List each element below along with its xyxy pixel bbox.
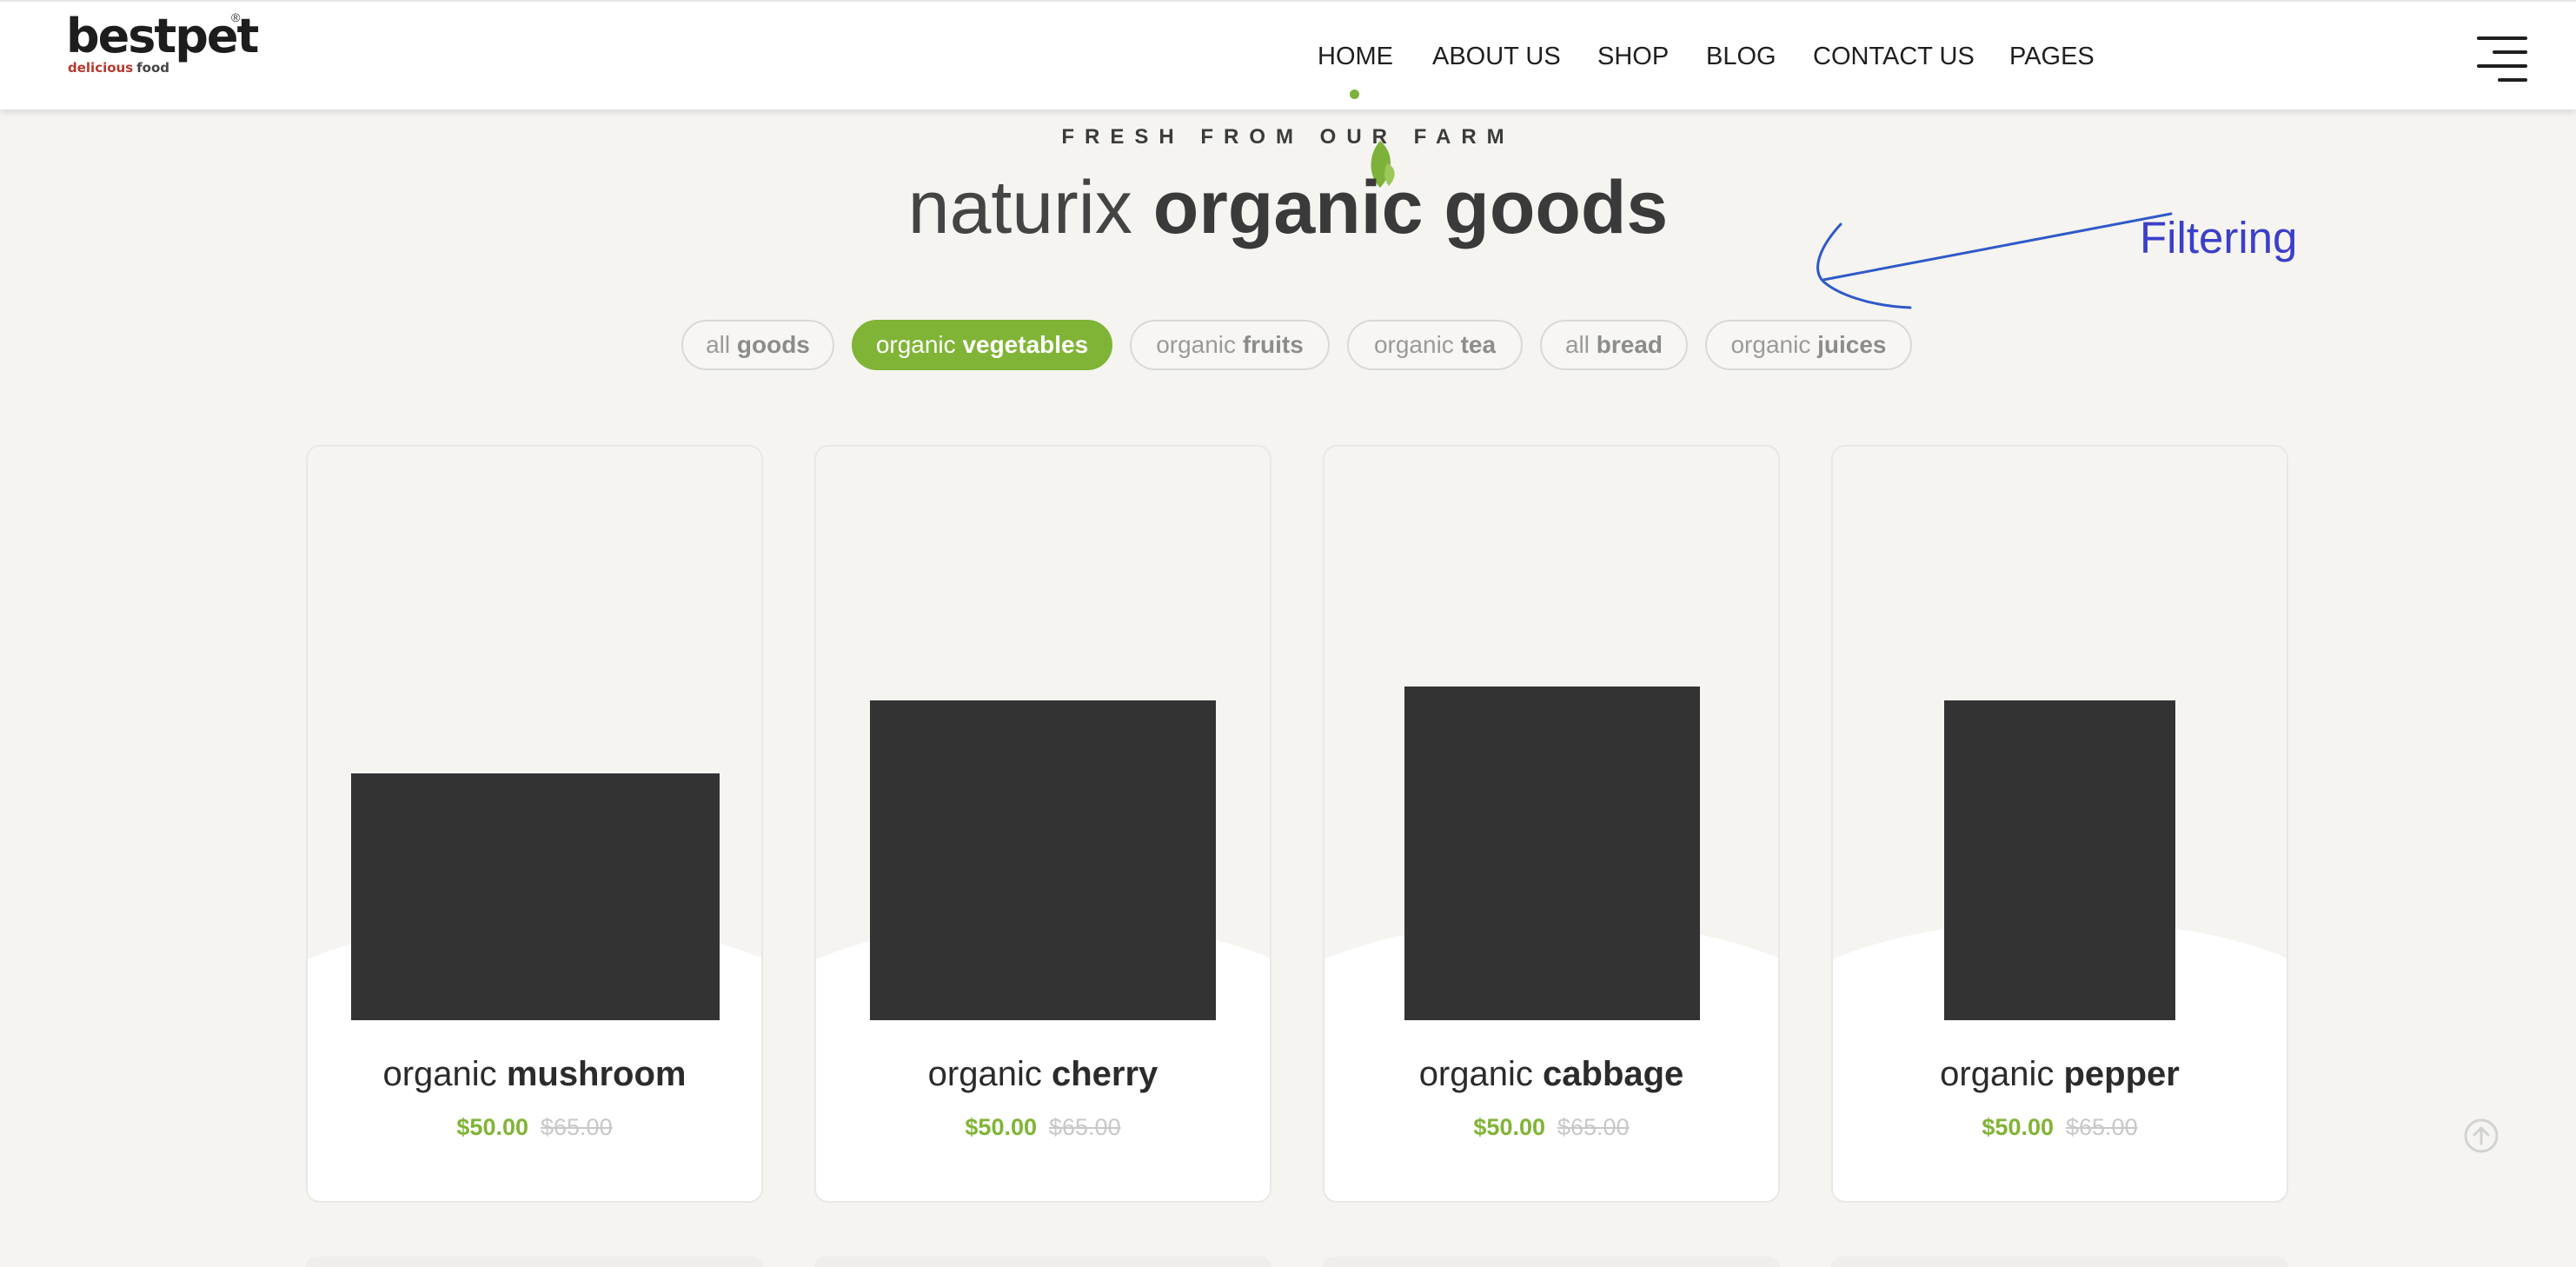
- product-card[interactable]: organic cabbage $50.00 $65.00: [1323, 445, 1780, 1203]
- nav-item-home[interactable]: HOME: [1318, 42, 1393, 71]
- product-prices: $50.00 $65.00: [1833, 1114, 2287, 1141]
- product-image-placeholder[interactable]: [351, 773, 720, 1020]
- filter-organic-fruits[interactable]: organic fruits: [1130, 320, 1330, 370]
- registered-mark: ®: [231, 10, 241, 24]
- product-price: $50.00: [1982, 1114, 2054, 1140]
- brand-tagline: delicious food: [68, 61, 169, 75]
- filter-label: tea: [1460, 331, 1497, 358]
- filter-label: vegetables: [962, 331, 1089, 358]
- filter-label: juices: [1817, 331, 1887, 358]
- product-old-price: $65.00: [2066, 1114, 2138, 1140]
- product-prefix: organic: [1940, 1055, 2055, 1093]
- filter-label: goods: [736, 331, 810, 358]
- nav-item-pages[interactable]: PAGES: [2009, 42, 2095, 71]
- product-prices: $50.00 $65.00: [1325, 1114, 1778, 1141]
- product-name[interactable]: organic cherry: [816, 1055, 1270, 1094]
- filter-all-goods[interactable]: all goods: [681, 320, 834, 370]
- nav-item-contact-us[interactable]: CONTACT US: [1813, 42, 1975, 71]
- product-name[interactable]: organic mushroom: [308, 1055, 761, 1094]
- annotation-label: Filtering: [2140, 213, 2298, 262]
- product-prices: $50.00 $65.00: [308, 1114, 761, 1141]
- product-prefix: organic: [1418, 1055, 1533, 1093]
- filter-label: fruits: [1242, 331, 1304, 358]
- product-card-next-row: [814, 1257, 1271, 1267]
- nav-item-about-us[interactable]: ABOUT US: [1432, 42, 1561, 71]
- product-image-placeholder[interactable]: [870, 700, 1216, 1020]
- brand-name: bestpet: [66, 9, 259, 63]
- product-card[interactable]: organic pepper $50.00 $65.00: [1831, 445, 2288, 1203]
- nav-item-shop[interactable]: SHOP: [1597, 42, 1669, 71]
- filter-prefix: organic: [1373, 331, 1454, 358]
- product-price: $50.00: [1473, 1114, 1545, 1140]
- filter-all-bread[interactable]: all bread: [1540, 320, 1688, 370]
- product-image-placeholder[interactable]: [1944, 700, 2175, 1020]
- product-image-placeholder[interactable]: [1404, 687, 1700, 1020]
- product-card-next-row: [1323, 1257, 1780, 1267]
- site-header: bestpet ® delicious food HOME ABOUT US SH…: [0, 0, 2576, 109]
- filter-prefix: organic: [1730, 331, 1811, 358]
- filter-prefix: organic: [1156, 331, 1237, 358]
- product-name[interactable]: organic cabbage: [1325, 1055, 1778, 1094]
- brand-logo[interactable]: bestpet ® delicious food: [66, 10, 259, 75]
- product-name[interactable]: organic pepper: [1833, 1055, 2287, 1094]
- filter-prefix: all: [1564, 331, 1590, 358]
- tagline-part2: food: [136, 60, 170, 76]
- product-title: cherry: [1052, 1055, 1159, 1093]
- nav-item-blog[interactable]: BLOG: [1706, 42, 1776, 71]
- title-light: naturix: [907, 166, 1132, 249]
- section-kicker: FRESH FROM OUR FARM: [1061, 125, 1515, 149]
- product-old-price: $65.00: [541, 1114, 613, 1140]
- annotation-arrow: [1816, 212, 2173, 309]
- product-card[interactable]: organic mushroom $50.00 $65.00: [306, 445, 763, 1203]
- filter-organic-juices[interactable]: organic juices: [1705, 320, 1912, 370]
- product-prices: $50.00 $65.00: [816, 1114, 1270, 1141]
- filter-organic-tea[interactable]: organic tea: [1347, 320, 1523, 370]
- title-bold: organic goods: [1152, 166, 1669, 249]
- product-prefix: organic: [927, 1055, 1042, 1093]
- filter-organic-vegetables[interactable]: organic vegetables: [852, 320, 1112, 370]
- filter-prefix: all: [706, 331, 731, 358]
- filter-label: bread: [1596, 331, 1663, 358]
- arrow-up-circle-icon[interactable]: [2463, 1118, 2500, 1154]
- product-card[interactable]: organic cherry $50.00 $65.00: [814, 445, 1271, 1203]
- product-price: $50.00: [456, 1114, 528, 1140]
- product-title: pepper: [2063, 1055, 2180, 1093]
- product-old-price: $65.00: [1557, 1114, 1630, 1140]
- product-price: $50.00: [965, 1114, 1037, 1140]
- product-old-price: $65.00: [1049, 1114, 1121, 1140]
- product-title: cabbage: [1543, 1055, 1684, 1093]
- product-title: mushroom: [506, 1055, 687, 1093]
- product-prefix: organic: [382, 1055, 497, 1093]
- filter-prefix: organic: [875, 331, 956, 358]
- active-nav-indicator: [1350, 90, 1359, 99]
- hamburger-icon[interactable]: [2477, 35, 2527, 82]
- tagline-part1: delicious: [68, 60, 134, 76]
- product-card-next-row: [1831, 1257, 2288, 1267]
- product-card-next-row: [306, 1257, 763, 1267]
